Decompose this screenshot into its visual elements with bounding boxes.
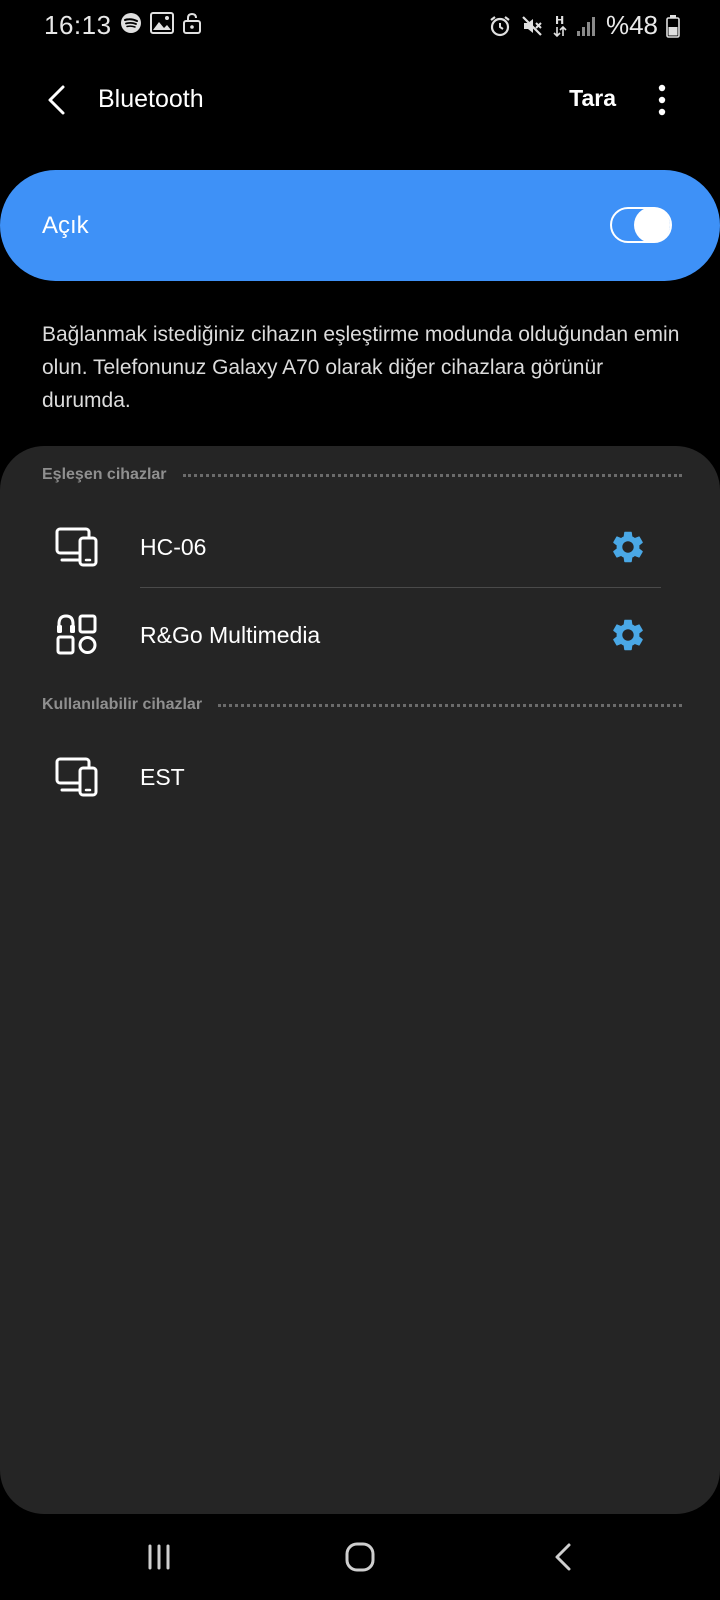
app-header: Bluetooth Tara — [0, 60, 720, 140]
device-list-card: Eşleşen cihazlar HC-06 R&Go Multimedia K… — [0, 446, 720, 1514]
network-h-icon: H — [553, 14, 567, 37]
back-button[interactable] — [36, 78, 76, 122]
row-divider — [140, 587, 661, 588]
device-name: EST — [140, 764, 185, 790]
bluetooth-toggle-card[interactable]: Açık — [0, 170, 720, 281]
available-section-header: Kullanılabilir cihazlar — [42, 696, 682, 714]
recent-apps-button[interactable] — [129, 1532, 189, 1582]
available-device-est[interactable]: EST — [0, 734, 720, 818]
status-bar: 16:13 H %48 — [0, 0, 720, 52]
paired-section-header: Eşleşen cihazlar — [42, 466, 682, 484]
bluetooth-switch[interactable] — [610, 207, 672, 243]
navigation-bar — [0, 1514, 720, 1600]
multimedia-devices-icon — [56, 614, 97, 655]
signal-icon — [576, 16, 595, 36]
toggle-label: Açık — [42, 212, 89, 239]
switch-knob — [634, 207, 670, 243]
device-name: R&Go Multimedia — [140, 622, 321, 648]
bluetooth-description: Bağlanmak istediğiniz cihazın eşleştirme… — [42, 323, 680, 412]
battery-icon — [666, 14, 680, 38]
lock-icon — [183, 12, 201, 34]
page-title: Bluetooth — [98, 85, 204, 113]
svg-text:H: H — [555, 14, 564, 27]
more-options-button[interactable] — [650, 80, 674, 120]
home-button[interactable] — [330, 1532, 390, 1582]
nav-back-button[interactable] — [533, 1532, 593, 1582]
section-divider — [218, 703, 682, 707]
section-title-available: Kullanılabilir cihazlar — [42, 696, 203, 713]
phone-computer-icon — [55, 757, 98, 797]
mute-icon — [522, 15, 542, 36]
spotify-icon — [121, 13, 141, 33]
back-chevron-icon — [555, 1543, 571, 1571]
scan-button[interactable]: Tara — [569, 85, 616, 112]
gear-icon[interactable] — [609, 528, 647, 566]
more-vertical-icon — [658, 84, 666, 116]
gear-icon[interactable] — [609, 616, 647, 654]
section-title-paired: Eşleşen cihazlar — [42, 466, 167, 483]
status-time: 16:13 — [44, 10, 112, 40]
paired-device-rgo-multimedia[interactable]: R&Go Multimedia — [0, 592, 720, 676]
device-name: HC-06 — [140, 534, 207, 560]
phone-computer-icon — [55, 527, 98, 567]
battery-percent: %48 — [605, 10, 658, 40]
alarm-icon — [490, 15, 510, 36]
section-divider — [182, 473, 682, 477]
recent-apps-icon — [148, 1544, 170, 1570]
image-icon — [150, 12, 174, 34]
back-arrow-icon — [48, 85, 65, 115]
home-icon — [345, 1542, 375, 1572]
paired-device-hc06[interactable]: HC-06 — [0, 504, 720, 588]
